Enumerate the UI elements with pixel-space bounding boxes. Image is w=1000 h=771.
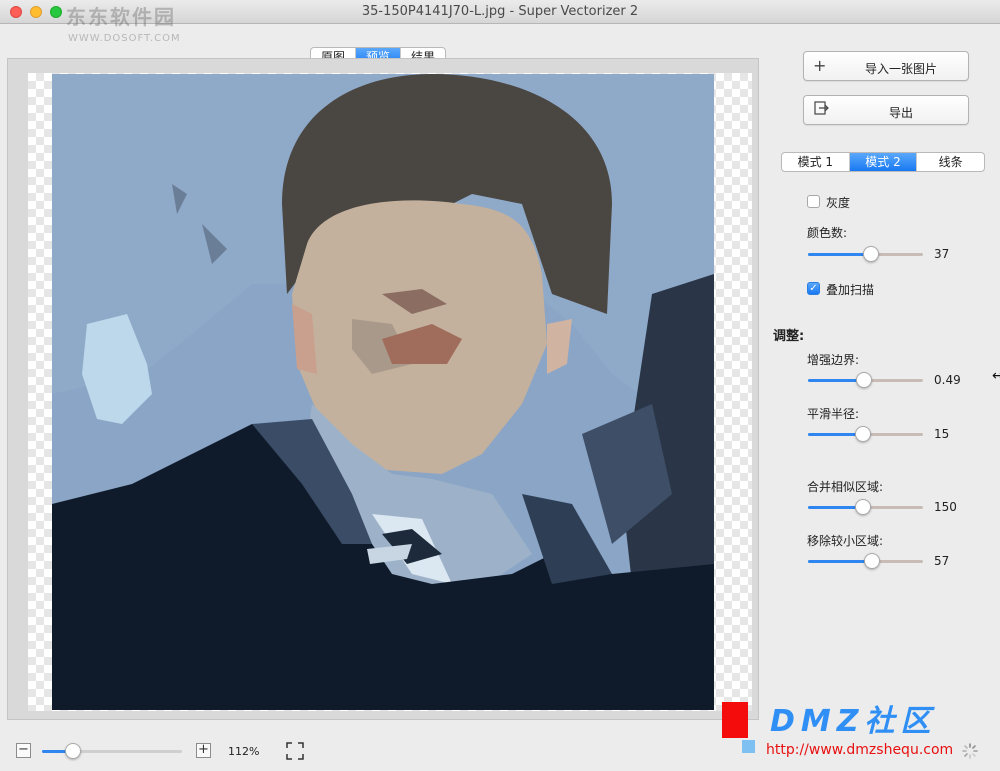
zoom-level: 112% — [228, 745, 260, 758]
overlay-scan-checkbox[interactable]: ✓ — [807, 282, 820, 295]
slider-knob[interactable] — [856, 372, 872, 388]
tab-mode-1[interactable]: 模式 1 — [782, 153, 850, 171]
tab-lines[interactable]: 线条 — [917, 153, 984, 171]
smooth-radius-label: 平滑半径: — [807, 407, 860, 421]
smooth-radius-value: 15 — [934, 427, 950, 441]
slider-knob[interactable] — [855, 499, 871, 515]
watermark-url: WWW.DOSOFT.COM — [68, 33, 181, 44]
slider-knob[interactable] — [864, 553, 880, 569]
enhance-edges-slider[interactable] — [808, 372, 923, 388]
mode-tabs: 模式 1 模式 2 线条 — [781, 152, 985, 172]
overlay-scan-label: 叠加扫描 — [826, 283, 875, 297]
dmz-logo-accent — [742, 740, 755, 753]
enhance-edges-value: 0.49 — [934, 373, 961, 387]
smooth-radius-slider[interactable] — [808, 426, 923, 442]
watermark-logo: 东东软件园 — [66, 5, 176, 29]
dmz-logo-block — [722, 702, 748, 738]
resize-cursor-icon: ↔ — [992, 368, 1000, 384]
slider-fill — [808, 253, 871, 256]
slider-fill — [808, 560, 872, 563]
progress-spinner-icon — [962, 743, 978, 759]
zoom-slider[interactable] — [42, 743, 182, 759]
color-count-slider[interactable] — [808, 246, 923, 262]
plus-icon: + — [813, 56, 827, 75]
remove-small-value: 57 — [934, 554, 950, 568]
fit-to-window-icon[interactable] — [286, 742, 304, 760]
vectorized-preview-image — [52, 74, 714, 710]
zoom-out-button[interactable]: − — [16, 743, 31, 758]
merge-similar-value: 150 — [934, 500, 957, 514]
merge-similar-label: 合并相似区域: — [807, 480, 884, 494]
remove-small-slider[interactable] — [808, 553, 923, 569]
grayscale-label: 灰度 — [826, 196, 851, 210]
grayscale-checkbox[interactable] — [807, 195, 820, 208]
color-count-value: 37 — [934, 247, 950, 261]
import-image-label: 导入一张图片 — [864, 62, 937, 76]
dmz-brand: DMZ社区 — [770, 704, 937, 739]
remove-small-label: 移除较小区域: — [807, 534, 884, 548]
zoom-in-button[interactable]: + — [196, 743, 211, 758]
import-image-button[interactable]: + 导入一张图片 — [803, 51, 969, 81]
enhance-edges-label: 增强边界: — [807, 353, 860, 367]
slider-knob[interactable] — [863, 246, 879, 262]
export-button[interactable]: 导出 — [803, 95, 969, 125]
adjust-heading: 调整: — [773, 329, 805, 344]
dmz-url: http://www.dmzshequ.com — [766, 742, 954, 758]
slider-knob[interactable] — [65, 743, 81, 759]
export-label: 导出 — [888, 106, 913, 120]
export-icon — [813, 100, 829, 120]
merge-similar-slider[interactable] — [808, 499, 923, 515]
tab-mode-2[interactable]: 模式 2 — [849, 153, 918, 171]
slider-knob[interactable] — [855, 426, 871, 442]
canvas-area[interactable] — [7, 58, 759, 720]
color-count-label: 颜色数: — [807, 226, 848, 240]
